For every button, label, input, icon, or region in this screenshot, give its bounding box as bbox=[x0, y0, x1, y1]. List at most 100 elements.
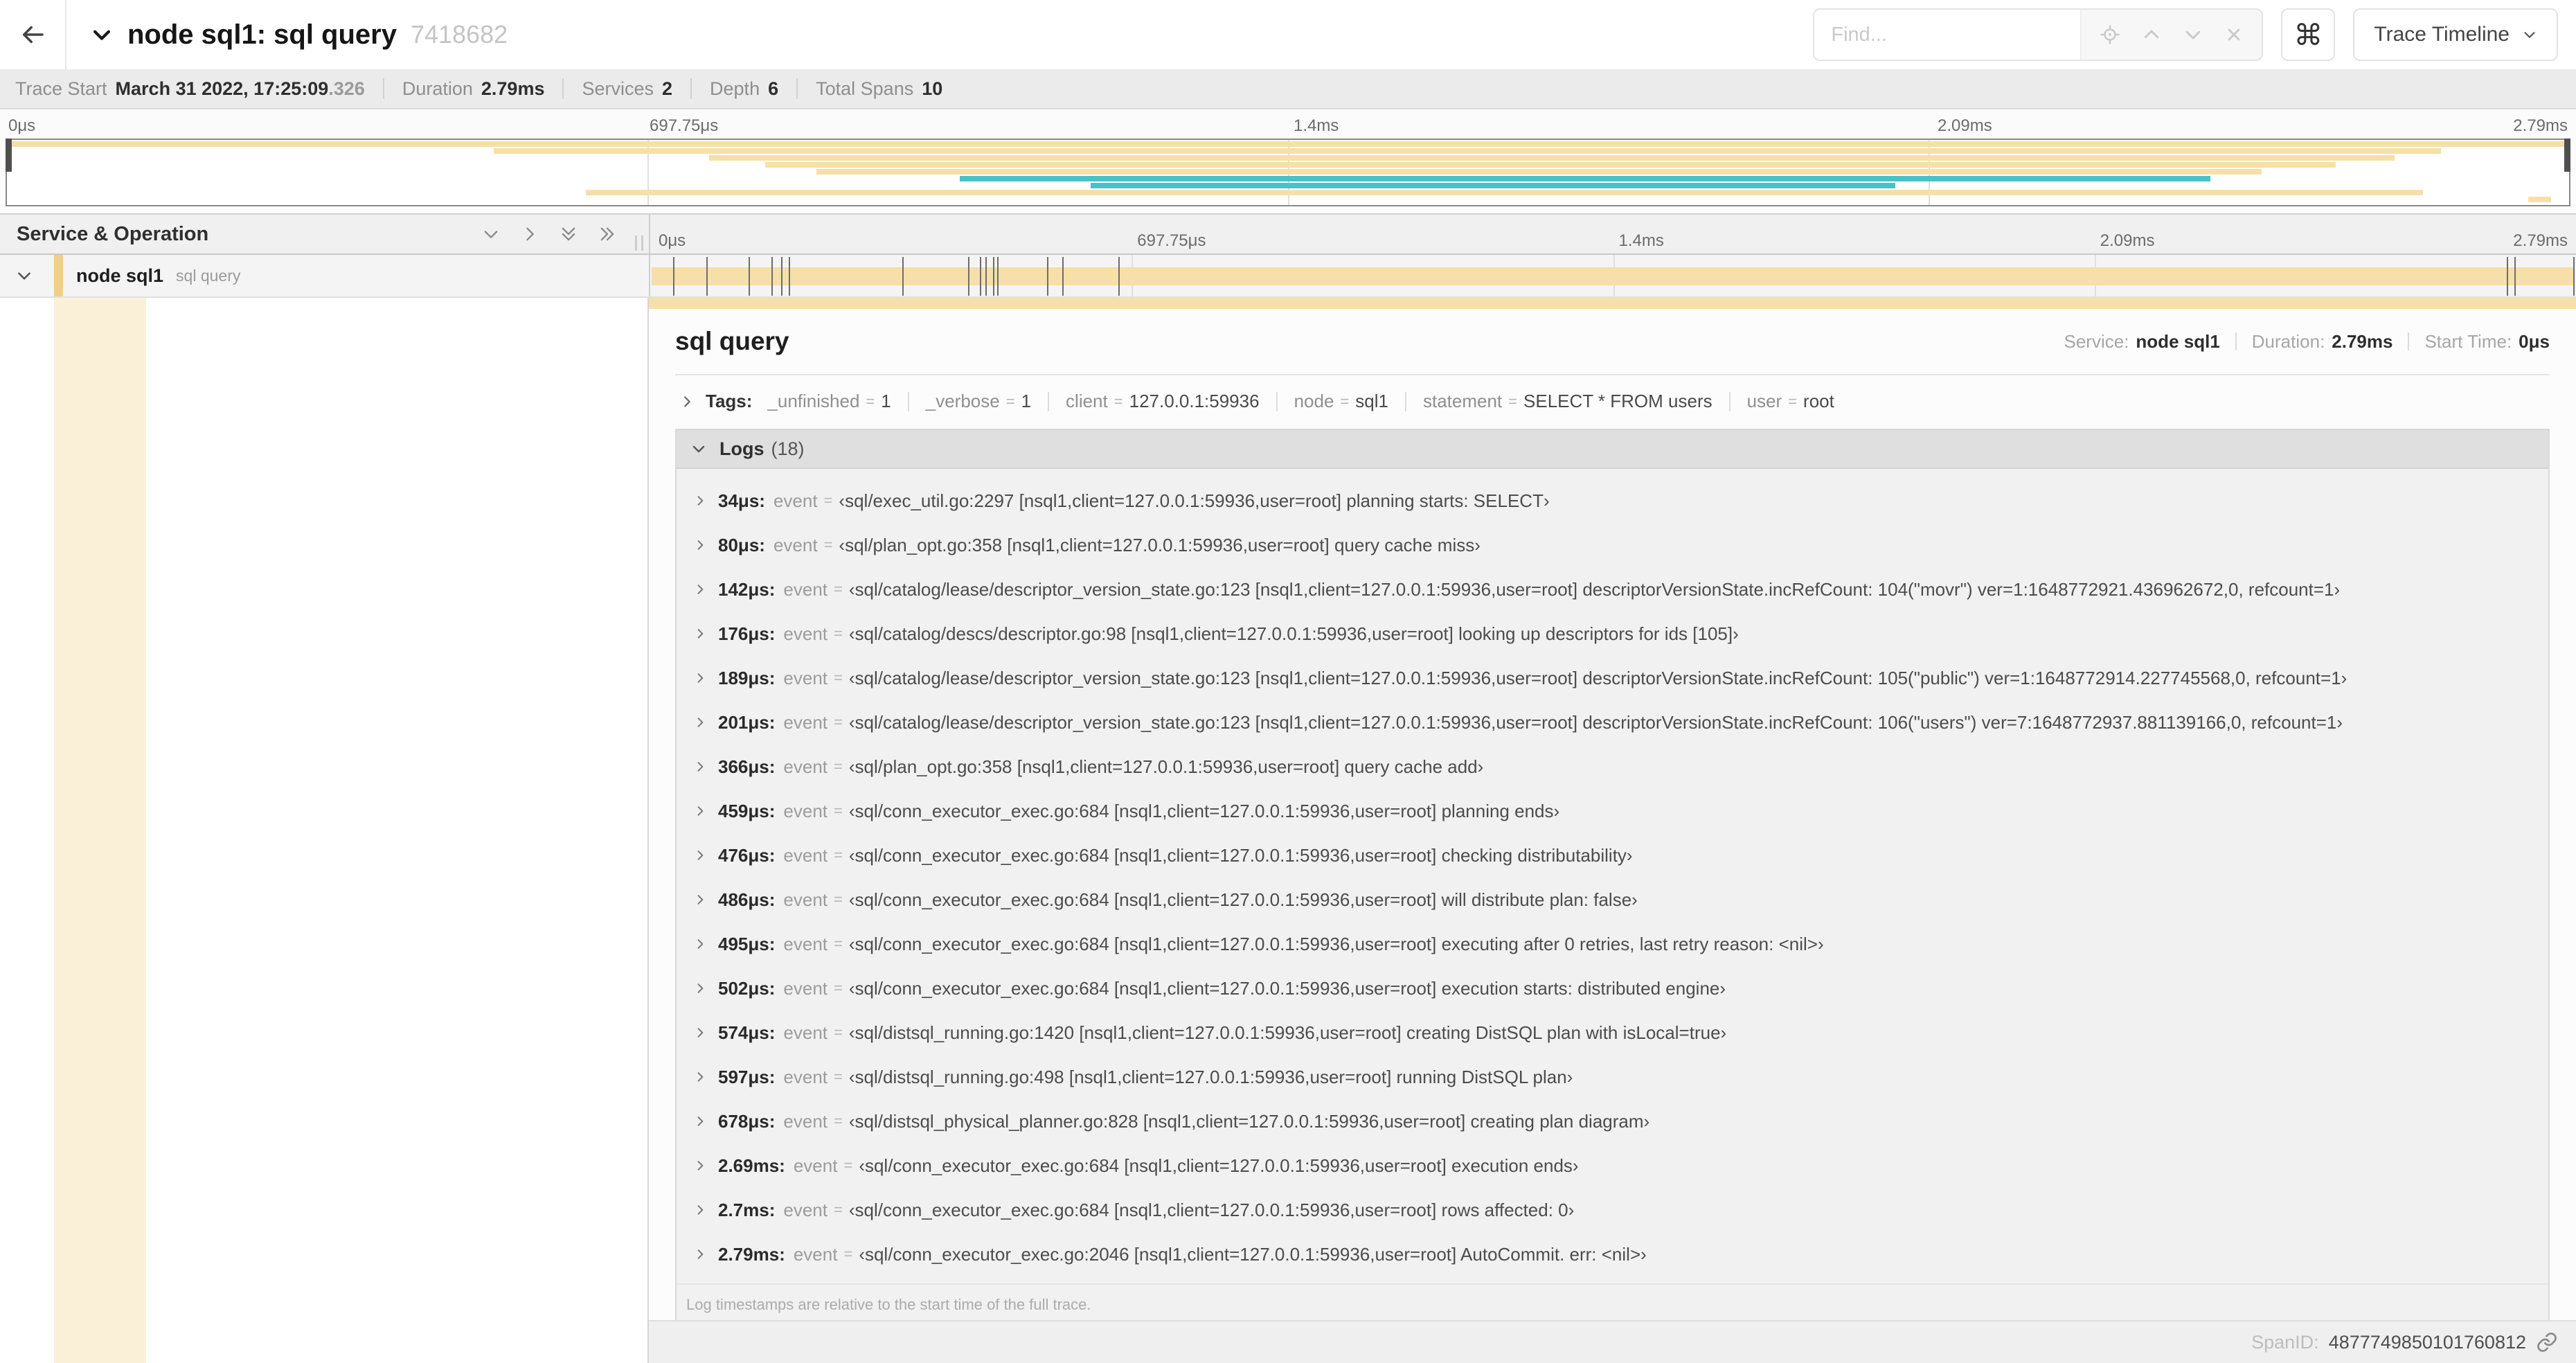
view-range-right-scrubber[interactable] bbox=[2564, 139, 2570, 172]
view-range-left-scrubber[interactable] bbox=[6, 139, 12, 172]
chevron-right-icon bbox=[693, 627, 707, 641]
log-row[interactable]: 459μs: event = ‹sql/conn_executor_exec.go:6… bbox=[683, 789, 2548, 833]
summary-label: Depth bbox=[710, 78, 760, 99]
log-row[interactable]: 476μs: event = ‹sql/conn_executor_exec.go:6… bbox=[683, 833, 2548, 878]
page-title: node sql1: sql query bbox=[127, 19, 397, 50]
log-timestamp: 80μs: bbox=[718, 534, 765, 555]
tag-key: _verbose bbox=[925, 391, 1000, 411]
tag-equals: = bbox=[866, 392, 875, 410]
log-field-name: event bbox=[793, 1243, 838, 1265]
log-row[interactable]: 80μs: event = ‹sql/plan_opt.go:358 [nsql1,c… bbox=[683, 523, 2548, 567]
back-button[interactable] bbox=[0, 0, 66, 69]
log-value: ‹sql/conn_executor_exec.go:684 [nsql1,cl… bbox=[848, 933, 1824, 954]
chevron-right-icon bbox=[693, 1203, 707, 1217]
log-row[interactable]: 2.69ms: event = ‹sql/conn_executor_exec.go:… bbox=[683, 1143, 2548, 1188]
link-icon[interactable] bbox=[2536, 1331, 2558, 1353]
log-value: ‹sql/conn_executor_exec.go:2046 [nsql1,c… bbox=[859, 1243, 1647, 1265]
chevron-down-icon[interactable] bbox=[15, 267, 33, 285]
chevron-down-icon[interactable] bbox=[90, 23, 114, 46]
span-duration-bar[interactable] bbox=[652, 267, 2575, 285]
log-row[interactable]: 502μs: event = ‹sql/conn_executor_exec.go:6… bbox=[683, 966, 2548, 1010]
chevron-down-icon[interactable] bbox=[481, 224, 501, 244]
minimap-span-bar bbox=[708, 155, 2395, 161]
tag-value: SELECT * FROM users bbox=[1523, 391, 1712, 411]
trace-view-dropdown[interactable]: Trace Timeline bbox=[2353, 8, 2558, 61]
log-row[interactable]: 142μs: event = ‹sql/catalog/lease/descripto… bbox=[683, 567, 2548, 612]
minimap-span-bar bbox=[586, 190, 2424, 195]
log-marker bbox=[748, 257, 750, 296]
log-equals: = bbox=[834, 935, 843, 952]
logs-list: 34μs: event = ‹sql/exec_util.go:2297 [nsql1… bbox=[677, 469, 2548, 1276]
log-marker bbox=[673, 257, 675, 296]
chevron-right-icon[interactable] bbox=[520, 224, 539, 244]
log-equals: = bbox=[834, 713, 843, 731]
tag-item: user = root bbox=[1712, 391, 1834, 412]
tags-label: Tags: bbox=[706, 391, 753, 411]
log-row[interactable]: 574μs: event = ‹sql/distsql_running.go:1420… bbox=[683, 1010, 2548, 1055]
summary-value: 2 bbox=[662, 78, 673, 99]
chevron-right-icon bbox=[693, 1114, 707, 1128]
log-value: ‹sql/distsql_running.go:1420 [nsql1,clie… bbox=[848, 1022, 1727, 1043]
span-meta-value: 2.79ms bbox=[2332, 330, 2393, 352]
log-timestamp: 176μs: bbox=[718, 623, 776, 644]
log-value: ‹sql/conn_executor_exec.go:684 [nsql1,cl… bbox=[848, 800, 1560, 821]
summary-item: Total Spans 10 bbox=[778, 78, 942, 100]
log-row[interactable]: 176μs: event = ‹sql/catalog/descs/descripto… bbox=[683, 612, 2548, 656]
span-meta-label: Service: bbox=[2064, 330, 2129, 352]
tag-value: sql1 bbox=[1355, 391, 1388, 411]
tags-row[interactable]: Tags: _unfinished = 1 _verbose = 1 client = 127.… bbox=[675, 375, 2550, 425]
chevron-up-icon[interactable] bbox=[2141, 24, 2162, 45]
log-equals: = bbox=[834, 1112, 843, 1130]
log-equals: = bbox=[834, 802, 843, 819]
log-field-name: event bbox=[783, 711, 828, 733]
log-timestamp: 678μs: bbox=[718, 1110, 776, 1132]
chevron-down-icon[interactable] bbox=[2183, 24, 2203, 45]
log-field-name: event bbox=[783, 844, 828, 866]
log-row[interactable]: 486μs: event = ‹sql/conn_executor_exec.go:6… bbox=[683, 878, 2548, 922]
span-meta-value: 0μs bbox=[2519, 330, 2550, 352]
log-timestamp: 2.7ms: bbox=[718, 1199, 776, 1220]
log-row[interactable]: 34μs: event = ‹sql/exec_util.go:2297 [nsql1… bbox=[683, 479, 2548, 523]
ruler-tick-label: 1.4ms bbox=[1618, 231, 1664, 250]
tag-equals: = bbox=[1113, 392, 1123, 410]
log-row[interactable]: 366μs: event = ‹sql/plan_opt.go:358 [nsql1,… bbox=[683, 745, 2548, 789]
timeline-header-row: Service & Operation 0μs 697.75μs 1.4ms 2… bbox=[0, 215, 2576, 255]
log-row[interactable]: 2.7ms: event = ‹sql/conn_executor_exec.go:6… bbox=[683, 1188, 2548, 1232]
log-row[interactable]: 2.79ms: event = ‹sql/conn_executor_exec.go:… bbox=[683, 1232, 2548, 1276]
summary-item: Services 2 bbox=[544, 78, 672, 100]
find-input[interactable] bbox=[1814, 10, 2081, 60]
log-row[interactable]: 597μs: event = ‹sql/distsql_running.go:498 … bbox=[683, 1055, 2548, 1099]
title-area: node sql1: sql query 7418682 bbox=[90, 19, 1813, 51]
logs-footnote: Log timestamps are relative to the start… bbox=[677, 1283, 2548, 1320]
log-row[interactable]: 189μs: event = ‹sql/catalog/lease/descripto… bbox=[683, 656, 2548, 700]
log-marker bbox=[902, 257, 904, 296]
span-id-value: 4877749850101760812 bbox=[2328, 1331, 2526, 1353]
double-chevron-right-icon[interactable] bbox=[598, 224, 617, 244]
span-row-name-cell[interactable]: node sql1 sql query bbox=[0, 255, 649, 296]
log-marker bbox=[781, 257, 783, 296]
log-row[interactable]: 495μs: event = ‹sql/conn_executor_exec.go:6… bbox=[683, 922, 2548, 966]
tag-equals: = bbox=[1340, 392, 1350, 410]
keyboard-shortcuts-button[interactable]: ⌘ bbox=[2281, 8, 2336, 61]
log-row[interactable]: 678μs: event = ‹sql/distsql_physical_planne… bbox=[683, 1099, 2548, 1143]
trace-summary: Trace Start March 31 2022, 17:25:09.326 Du… bbox=[0, 69, 2576, 109]
crosshair-icon[interactable] bbox=[2100, 24, 2120, 45]
close-icon[interactable] bbox=[2224, 25, 2244, 44]
log-marker bbox=[1046, 257, 1048, 296]
column-resizer-grip[interactable] bbox=[635, 235, 643, 251]
minimap-canvas[interactable] bbox=[6, 139, 2570, 206]
find-controls bbox=[2080, 10, 2262, 60]
log-field-name: event bbox=[793, 1155, 838, 1176]
minimap-rows bbox=[7, 140, 2569, 205]
double-chevron-down-icon[interactable] bbox=[559, 224, 578, 244]
chevron-right-icon bbox=[693, 981, 707, 995]
tag-key: user bbox=[1746, 391, 1782, 411]
logs-header[interactable]: Logs (18) bbox=[677, 430, 2548, 469]
minimap-row bbox=[7, 162, 2569, 168]
log-equals: = bbox=[834, 580, 843, 598]
log-value: ‹sql/catalog/descs/descriptor.go:98 [nsq… bbox=[848, 623, 1739, 644]
tag-value: 127.0.0.1:59936 bbox=[1129, 391, 1260, 411]
summary-label: Services bbox=[582, 78, 654, 99]
log-row[interactable]: 201μs: event = ‹sql/catalog/lease/descripto… bbox=[683, 700, 2548, 745]
span-meta-item: Service: node sql1 bbox=[2064, 331, 2220, 353]
